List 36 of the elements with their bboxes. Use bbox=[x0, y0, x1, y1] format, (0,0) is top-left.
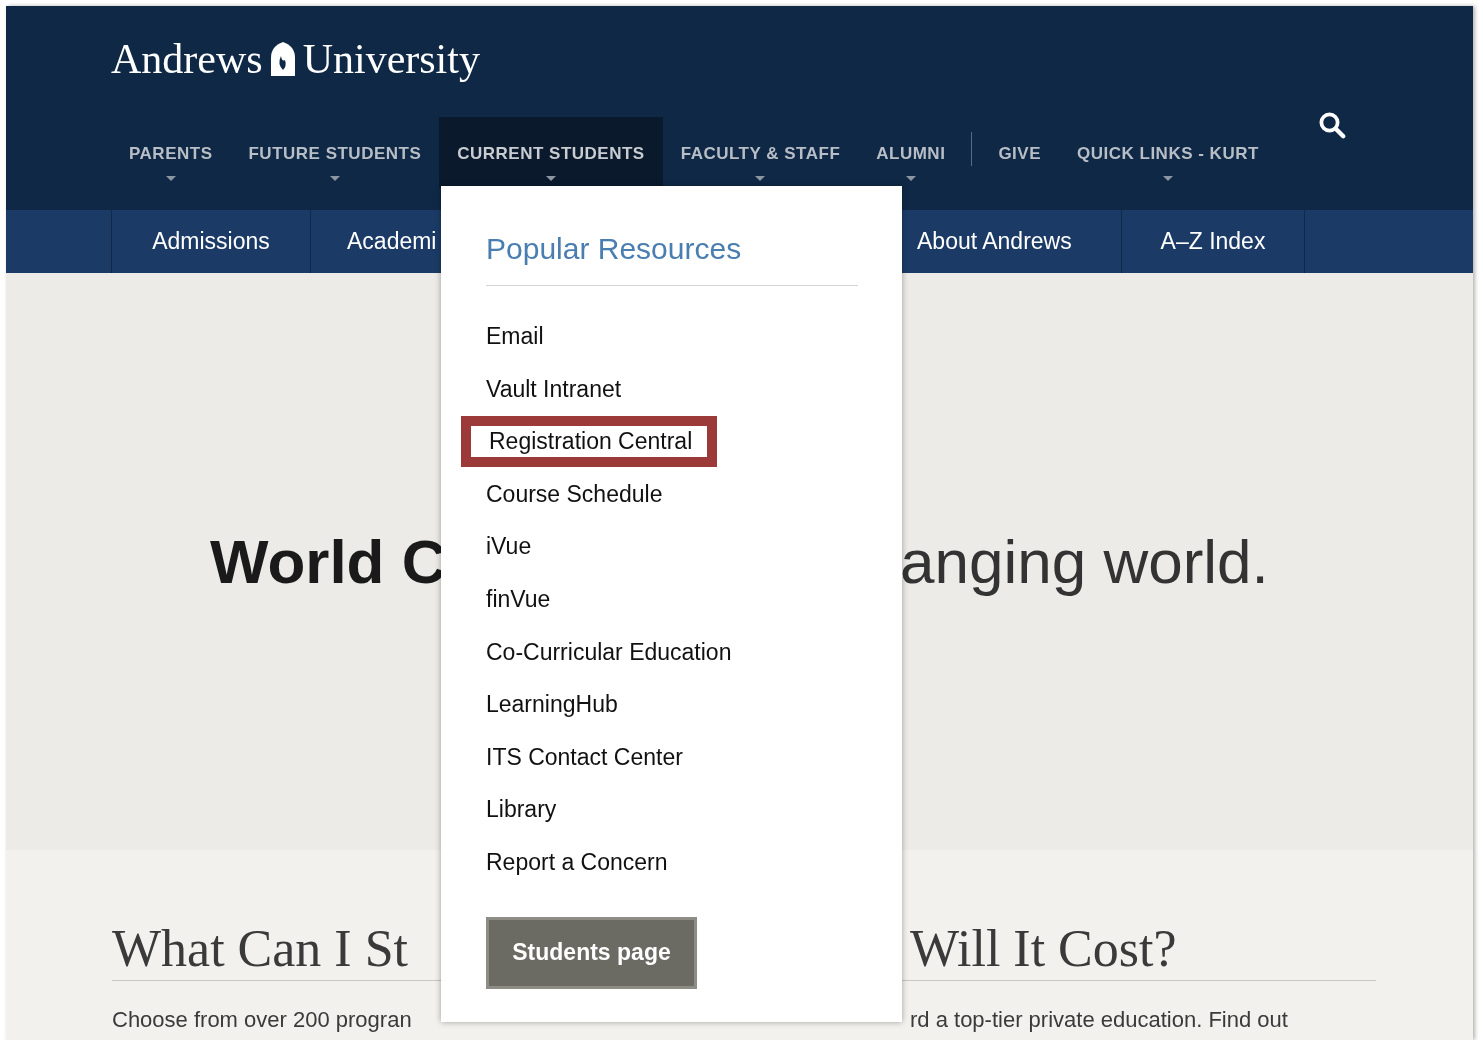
students-page-button[interactable]: Students page bbox=[486, 916, 697, 989]
menu-link[interactable]: iVue bbox=[486, 529, 532, 564]
section-text: rd a top-tier private education. Find out bbox=[910, 1006, 1289, 1034]
nav-tab[interactable]: PARENTS bbox=[111, 117, 231, 188]
dropdown-title: Popular Resources bbox=[486, 226, 858, 286]
menu-link[interactable]: Report a Concern bbox=[486, 845, 668, 880]
caret-icon bbox=[329, 175, 340, 182]
logo-text[interactable]: University bbox=[302, 38, 480, 80]
nav-tab[interactable]: QUICK LINKS - KURT bbox=[1059, 117, 1277, 188]
nav-tab[interactable]: FACULTY & STAFF bbox=[662, 117, 859, 188]
caret-icon bbox=[1162, 175, 1173, 182]
logo-text[interactable]: Andrews bbox=[111, 38, 263, 80]
menu-link[interactable]: finVue bbox=[486, 582, 551, 617]
search-icon[interactable] bbox=[1316, 110, 1347, 140]
menu-link[interactable]: Vault Intranet bbox=[486, 371, 622, 407]
nav-tab[interactable]: GIVE bbox=[980, 117, 1059, 188]
menu-link[interactable]: Email bbox=[486, 319, 544, 354]
menu-link[interactable]: ITS Contact Center bbox=[486, 739, 683, 775]
menu-link[interactable]: Registration Central bbox=[461, 416, 718, 467]
caret-icon bbox=[905, 175, 916, 182]
section-heading: Will It Cost? bbox=[910, 920, 1376, 981]
nav-tab[interactable]: FUTURE STUDENTS bbox=[230, 117, 440, 188]
menu-link[interactable]: Course Schedule bbox=[486, 476, 663, 512]
nav-tab[interactable]: CURRENT STUDENTS bbox=[439, 117, 663, 188]
menu-link[interactable]: LearningHub bbox=[486, 687, 618, 722]
hero-text: World C bbox=[210, 526, 448, 598]
caret-icon bbox=[546, 175, 556, 182]
caret-icon bbox=[755, 175, 766, 182]
hero-text: anging world. bbox=[900, 526, 1270, 598]
caret-icon bbox=[165, 175, 176, 182]
flame-logo-icon bbox=[268, 40, 297, 78]
nav-link[interactable]: About Andrews bbox=[902, 210, 1121, 273]
menu-link[interactable]: Co-Curricular Education bbox=[486, 634, 732, 670]
section-text: Choose from over 200 progran bbox=[112, 1006, 413, 1034]
nav-tab[interactable]: ALUMNI bbox=[858, 117, 964, 188]
menu-link[interactable]: Library bbox=[486, 792, 557, 827]
